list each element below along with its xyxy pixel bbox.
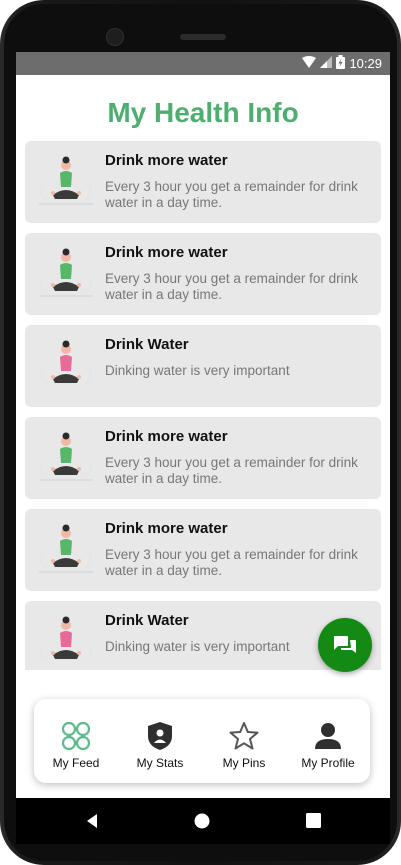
card-description: Dinking water is very important	[105, 363, 290, 378]
star-icon	[229, 722, 259, 750]
meditation-illustration-icon	[39, 432, 93, 481]
status-bar: 10:29	[16, 52, 390, 75]
nav-label: My Stats	[136, 756, 184, 770]
card-title: Drink more water	[105, 520, 228, 537]
earpiece-speaker	[180, 34, 226, 40]
card-description: Every 3 hour you get a remainder for dri…	[105, 179, 358, 210]
recents-icon[interactable]	[306, 813, 321, 828]
feed-icon	[61, 721, 91, 751]
health-card[interactable]: Drink more water Every 3 hour you get a …	[25, 233, 381, 315]
chat-icon	[334, 636, 356, 653]
nav-label: My Feed	[52, 756, 100, 770]
meditation-illustration-icon	[39, 248, 93, 297]
nav-label: My Pins	[222, 756, 266, 770]
meditation-illustration-icon	[39, 616, 93, 660]
front-camera	[106, 28, 124, 46]
meditation-illustration-icon	[39, 524, 93, 573]
page-title: My Health Info	[107, 97, 299, 128]
meditation-illustration-icon	[39, 340, 93, 384]
meditation-illustration-icon	[39, 156, 93, 205]
card-title: Drink Water	[105, 336, 189, 353]
card-description: Every 3 hour you get a remainder for dri…	[105, 271, 358, 302]
shield-user-icon	[148, 722, 172, 750]
card-description: Every 3 hour you get a remainder for dri…	[105, 547, 358, 578]
nav-item-my-feed[interactable]: My Feed	[34, 699, 118, 783]
health-card[interactable]: Drink Water Dinking water is very import…	[25, 325, 381, 407]
wifi-icon	[302, 56, 317, 72]
card-title: Drink more water	[105, 244, 228, 261]
card-title: Drink more water	[105, 428, 228, 445]
status-time: 10:29	[349, 56, 382, 71]
health-card[interactable]: Drink more water Every 3 hour you get a …	[25, 141, 381, 223]
nav-item-my-pins[interactable]: My Pins	[202, 699, 286, 783]
app-screen: 10:29 My Health Info Drink more water Ev…	[16, 52, 390, 798]
back-icon[interactable]	[84, 813, 100, 829]
home-icon[interactable]	[194, 813, 210, 829]
nav-item-my-profile[interactable]: My Profile	[286, 699, 370, 783]
chat-fab-button[interactable]	[318, 618, 372, 672]
bottom-navigation: My Feed My Stats My Pins My Profile	[34, 699, 370, 783]
nav-item-my-stats[interactable]: My Stats	[118, 699, 202, 783]
battery-charging-icon	[336, 55, 346, 73]
nav-label: My Profile	[301, 756, 355, 770]
card-title: Drink more water	[105, 152, 228, 169]
health-card[interactable]: Drink more water Every 3 hour you get a …	[25, 509, 381, 591]
signal-icon	[320, 56, 333, 72]
card-description: Every 3 hour you get a remainder for dri…	[105, 455, 358, 486]
health-feed-list[interactable]: Drink more water Every 3 hour you get a …	[25, 141, 381, 670]
person-icon	[315, 723, 341, 749]
health-card[interactable]: Drink more water Every 3 hour you get a …	[25, 417, 381, 499]
system-navigation-bar	[16, 798, 390, 844]
card-title: Drink Water	[105, 612, 189, 629]
